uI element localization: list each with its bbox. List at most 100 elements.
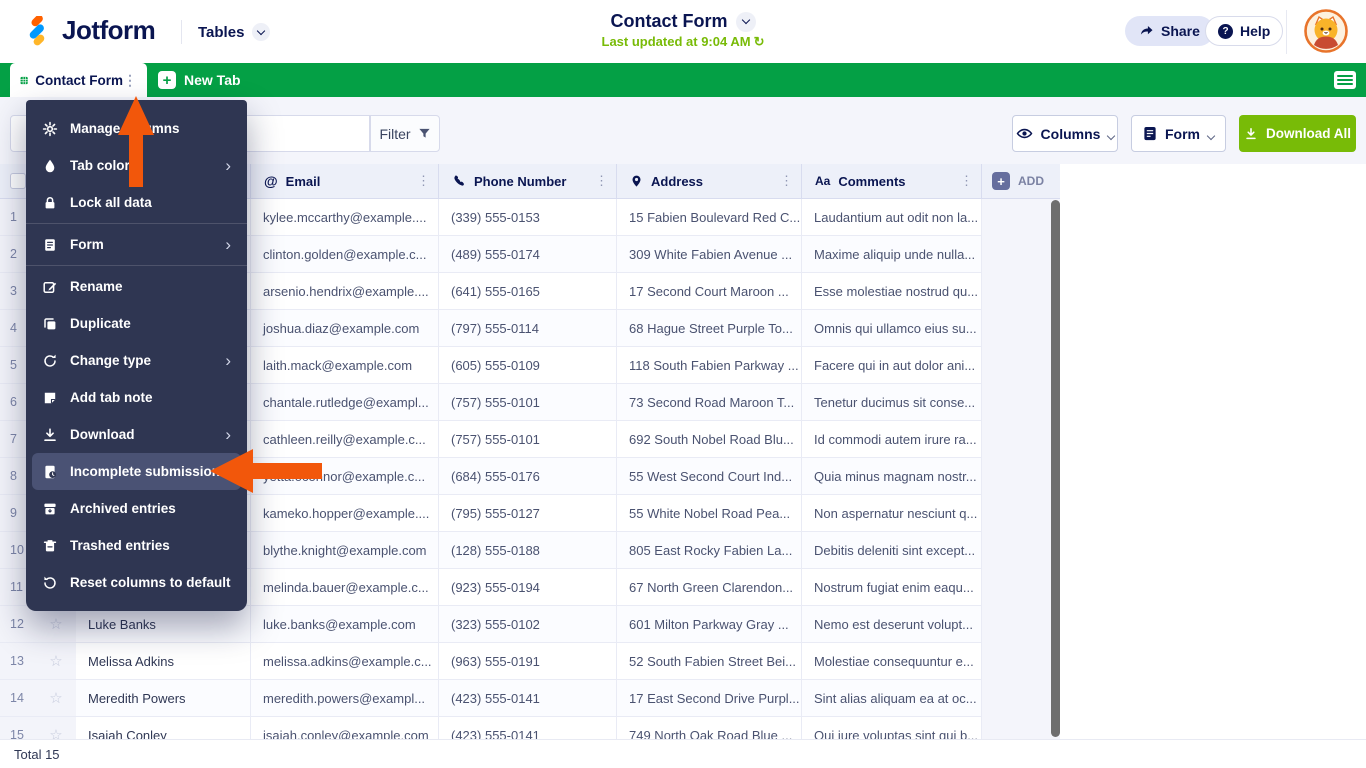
cell-phone[interactable]: (923) 555-0194 xyxy=(439,569,617,606)
menu-item-duplicate[interactable]: Duplicate xyxy=(32,305,241,342)
column-menu-icon[interactable]: ⋮ xyxy=(417,173,430,189)
cell-phone[interactable]: (757) 555-0101 xyxy=(439,384,617,421)
cell-address[interactable]: 68 Hague Street Purple To... xyxy=(617,310,802,347)
add-column-button[interactable]: + ADD xyxy=(982,164,1060,199)
download-all-button[interactable]: Download All xyxy=(1239,115,1356,152)
cell-comments[interactable]: Quia minus magnam nostr... xyxy=(802,458,982,495)
share-button[interactable]: Share xyxy=(1125,16,1214,46)
cell-address[interactable]: 55 White Nobel Road Pea... xyxy=(617,495,802,532)
menu-item-download[interactable]: Download › xyxy=(32,416,241,453)
column-menu-icon[interactable]: ⋮ xyxy=(780,173,793,189)
cell-email[interactable]: isaiah.conley@example.com xyxy=(251,717,439,739)
menu-item-form[interactable]: Form › xyxy=(32,226,241,263)
help-button[interactable]: ? Help xyxy=(1205,16,1284,46)
cell-email[interactable]: cathleen.reilly@example.c... xyxy=(251,421,439,458)
cell-phone[interactable]: (128) 555-0188 xyxy=(439,532,617,569)
cell-phone[interactable]: (339) 555-0153 xyxy=(439,199,617,236)
cell-address[interactable]: 749 North Oak Road Blue ... xyxy=(617,717,802,739)
cell-address[interactable]: 17 Second Court Maroon ... xyxy=(617,273,802,310)
cell-address[interactable]: 52 South Fabien Street Bei... xyxy=(617,643,802,680)
menu-item-rename[interactable]: Rename xyxy=(32,268,241,305)
vertical-scrollbar[interactable] xyxy=(1051,200,1060,737)
cell-phone[interactable]: (684) 555-0176 xyxy=(439,458,617,495)
column-header-comments[interactable]: Aa Comments ⋮ xyxy=(802,164,982,199)
cell-comments[interactable]: Qui iure voluptas sint qui b... xyxy=(802,717,982,739)
menu-item-manage-columns[interactable]: Manage columns xyxy=(32,110,241,147)
cell-email[interactable]: kylee.mccarthy@example.... xyxy=(251,199,439,236)
cell-email[interactable]: kameko.hopper@example.... xyxy=(251,495,439,532)
cell-email[interactable]: meredith.powers@exampl... xyxy=(251,680,439,717)
cell-comments[interactable]: Tenetur ducimus sit conse... xyxy=(802,384,982,421)
cell-comments[interactable]: Maxime aliquip unde nulla... xyxy=(802,236,982,273)
menu-item-archived-entries[interactable]: Archived entries xyxy=(32,490,241,527)
refresh-icon[interactable]: ↻ xyxy=(754,34,765,49)
tab-menu-trigger-icon[interactable]: ⋮ xyxy=(123,73,137,87)
cell-name[interactable]: Luke Banks xyxy=(76,606,251,643)
cell-comments[interactable]: Molestiae consequuntur e... xyxy=(802,643,982,680)
columns-button[interactable]: Columns xyxy=(1012,115,1118,152)
new-tab-button[interactable]: + New Tab xyxy=(158,71,241,89)
cell-comments[interactable]: Nostrum fugiat enim eaqu... xyxy=(802,569,982,606)
favorite-star-icon[interactable]: ☆ xyxy=(36,717,76,739)
menu-item-add-tab-note[interactable]: Add tab note xyxy=(32,379,241,416)
cell-phone[interactable]: (423) 555-0141 xyxy=(439,680,617,717)
menu-item-lock-all-data[interactable]: Lock all data xyxy=(32,184,241,221)
cell-comments[interactable]: Esse molestiae nostrud qu... xyxy=(802,273,982,310)
cell-comments[interactable]: Non aspernatur nesciunt q... xyxy=(802,495,982,532)
cell-phone[interactable]: (641) 555-0165 xyxy=(439,273,617,310)
cell-comments[interactable]: Omnis qui ullamco eius su... xyxy=(802,310,982,347)
form-button[interactable]: Form xyxy=(1131,115,1226,152)
cell-comments[interactable]: Nemo est deserunt volupt... xyxy=(802,606,982,643)
cell-email[interactable]: melissa.adkins@example.c... xyxy=(251,643,439,680)
cell-phone[interactable]: (963) 555-0191 xyxy=(439,643,617,680)
cell-address[interactable]: 692 South Nobel Road Blu... xyxy=(617,421,802,458)
tab-list-icon[interactable] xyxy=(1334,70,1356,90)
cell-phone[interactable]: (605) 555-0109 xyxy=(439,347,617,384)
cell-name[interactable]: Melissa Adkins xyxy=(76,643,251,680)
cell-address[interactable]: 118 South Fabien Parkway ... xyxy=(617,347,802,384)
filter-button[interactable]: Filter xyxy=(370,115,440,152)
cell-email[interactable]: arsenio.hendrix@example.... xyxy=(251,273,439,310)
column-menu-icon[interactable]: ⋮ xyxy=(960,173,973,189)
cell-address[interactable]: 55 West Second Court Ind... xyxy=(617,458,802,495)
cell-address[interactable]: 601 Milton Parkway Gray ... xyxy=(617,606,802,643)
column-header-address[interactable]: Address ⋮ xyxy=(617,164,802,199)
favorite-star-icon[interactable]: ☆ xyxy=(36,606,76,643)
column-header-email[interactable]: @ Email ⋮ xyxy=(251,164,439,199)
column-header-phone[interactable]: Phone Number ⋮ xyxy=(439,164,617,199)
cell-comments[interactable]: Laudantium aut odit non la... xyxy=(802,199,982,236)
cell-comments[interactable]: Debitis deleniti sint except... xyxy=(802,532,982,569)
cell-email[interactable]: chantale.rutledge@exampl... xyxy=(251,384,439,421)
cell-email[interactable]: clinton.golden@example.c... xyxy=(251,236,439,273)
menu-item-trashed-entries[interactable]: Trashed entries xyxy=(32,527,241,564)
cell-comments[interactable]: Id commodi autem irure ra... xyxy=(802,421,982,458)
cell-address[interactable]: 67 North Green Clarendon... xyxy=(617,569,802,606)
cell-name[interactable]: Meredith Powers xyxy=(76,680,251,717)
cell-address[interactable]: 309 White Fabien Avenue ... xyxy=(617,236,802,273)
menu-item-incomplete-submissions[interactable]: Incomplete submissions xyxy=(32,453,241,490)
cell-comments[interactable]: Sint alias aliquam ea at oc... xyxy=(802,680,982,717)
favorite-star-icon[interactable]: ☆ xyxy=(36,680,76,717)
cell-address[interactable]: 15 Fabien Boulevard Red C... xyxy=(617,199,802,236)
favorite-star-icon[interactable]: ☆ xyxy=(36,643,76,680)
title-dropdown-icon[interactable] xyxy=(735,11,756,32)
cell-phone[interactable]: (489) 555-0174 xyxy=(439,236,617,273)
cell-email[interactable]: yetta.oconnor@example.c... xyxy=(251,458,439,495)
select-all-checkbox[interactable] xyxy=(10,173,26,189)
cell-email[interactable]: melinda.bauer@example.c... xyxy=(251,569,439,606)
cell-address[interactable]: 805 East Rocky Fabien La... xyxy=(617,532,802,569)
menu-item-change-type[interactable]: Change type › xyxy=(32,342,241,379)
cell-address[interactable]: 73 Second Road Maroon T... xyxy=(617,384,802,421)
cell-email[interactable]: laith.mack@example.com xyxy=(251,347,439,384)
menu-item-reset-columns-to-default[interactable]: Reset columns to default xyxy=(32,564,241,601)
user-avatar[interactable] xyxy=(1304,9,1348,53)
cell-phone[interactable]: (795) 555-0127 xyxy=(439,495,617,532)
cell-phone[interactable]: (323) 555-0102 xyxy=(439,606,617,643)
cell-phone[interactable]: (757) 555-0101 xyxy=(439,421,617,458)
tab-contact-form[interactable]: Contact Form ⋮ xyxy=(10,63,147,97)
cell-phone[interactable]: (797) 555-0114 xyxy=(439,310,617,347)
cell-email[interactable]: joshua.diaz@example.com xyxy=(251,310,439,347)
cell-phone[interactable]: (423) 555-0141 xyxy=(439,717,617,739)
cell-name[interactable]: Isaiah Conley xyxy=(76,717,251,739)
cell-comments[interactable]: Facere qui in aut dolor ani... xyxy=(802,347,982,384)
